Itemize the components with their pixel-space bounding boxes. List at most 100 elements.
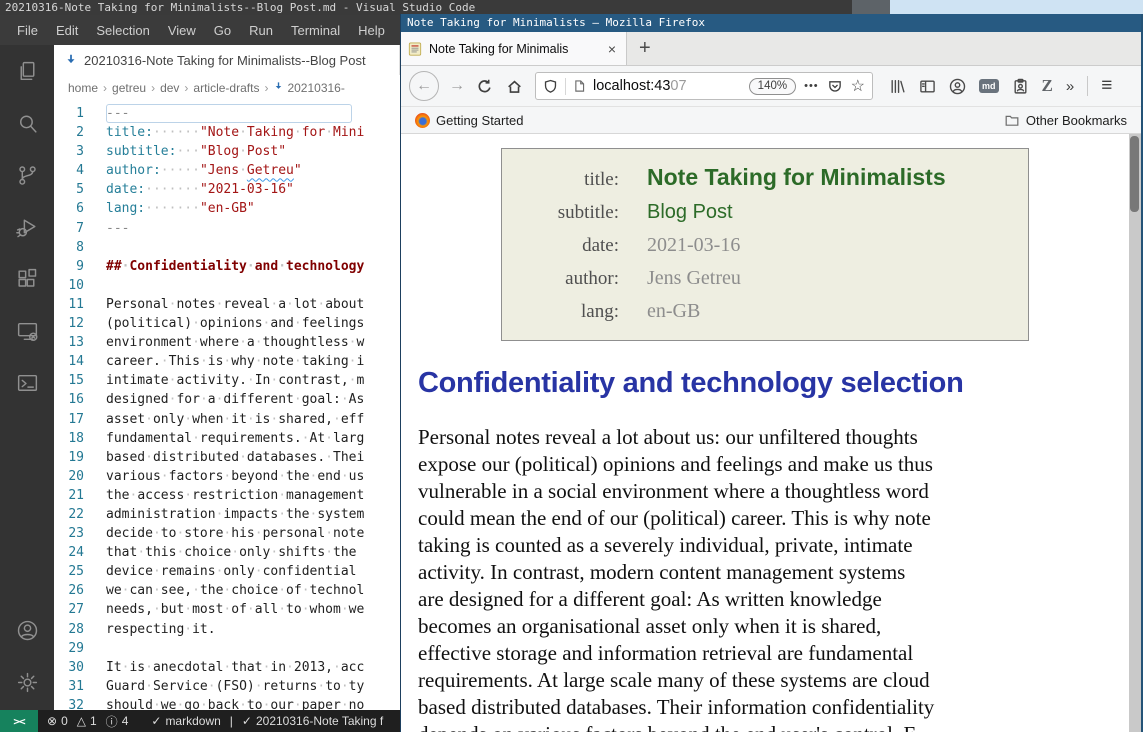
line-number: 13 — [54, 333, 84, 352]
meta-row-subtitle: subtitle:Blog Post — [502, 196, 1028, 229]
file-status[interactable]: ✓ 20210316-Note Taking f — [242, 714, 383, 728]
bookmark-star-icon[interactable]: ☆ — [851, 76, 865, 96]
whitespace-dots: · — [239, 698, 247, 710]
whitespace-dots: · — [216, 297, 224, 312]
whitespace-dots: · — [161, 354, 169, 369]
account-icon[interactable] — [949, 78, 966, 95]
code-line-12[interactable]: 12(political)·opinions·and·feelings — [54, 314, 400, 333]
code-line-21[interactable]: 21the·access·restriction·management — [54, 486, 400, 505]
vscode-main: 20210316-Note Taking for Minimalists--Bl… — [0, 45, 400, 710]
account-icon[interactable] — [0, 604, 54, 656]
code-line-4[interactable]: 4author:·····"Jens·Getreu" — [54, 161, 400, 180]
scrollbar-thumb[interactable] — [1130, 136, 1139, 212]
tracking-shield-icon[interactable] — [543, 79, 558, 94]
explorer-icon[interactable] — [0, 45, 54, 97]
code-line-2[interactable]: 2title:······"Note·Taking·for·Mini — [54, 123, 400, 142]
menu-go[interactable]: Go — [205, 23, 240, 38]
menu-terminal[interactable]: Terminal — [282, 23, 349, 38]
code-line-27[interactable]: 27needs,·but·most·of·all·to·whom·we — [54, 600, 400, 619]
zoom-level-button[interactable]: 140% — [749, 78, 796, 95]
markdownlint-status[interactable]: ✓ markdown — [151, 714, 220, 728]
editor-code-area[interactable]: 1---2title:······"Note·Taking·for·Mini3s… — [54, 101, 400, 710]
code-line-14[interactable]: 14career.·This·is·why·note·taking·i — [54, 352, 400, 371]
code-line-10[interactable]: 10 — [54, 276, 400, 295]
code-line-15[interactable]: 15intimate·activity.·In·contrast,·m — [54, 371, 400, 390]
back-button[interactable]: ← — [409, 71, 439, 101]
whitespace-dots: · — [247, 259, 255, 274]
breadcrumb-item-home[interactable]: home — [68, 81, 98, 95]
sidebar-icon[interactable] — [919, 78, 936, 95]
reload-button[interactable] — [471, 78, 497, 95]
code-line-31[interactable]: 31Guard·Service·(FSO)·returns·to·ty — [54, 677, 400, 696]
clipboard-icon[interactable] — [1012, 78, 1029, 95]
bookmark-getting-started[interactable]: Getting Started — [415, 113, 523, 128]
breadcrumb-item-dev[interactable]: dev — [160, 81, 179, 95]
settings-icon[interactable] — [0, 656, 54, 708]
code-line-22[interactable]: 22administration·impacts·the·system — [54, 505, 400, 524]
tab-close-icon[interactable]: × — [605, 41, 619, 57]
line-number: 9 — [54, 257, 84, 276]
code-line-11[interactable]: 11Personal·notes·reveal·a·lot·about — [54, 295, 400, 314]
info-count: 4 — [122, 714, 129, 728]
code-line-8[interactable]: 8 — [54, 238, 400, 257]
code-line-17[interactable]: 17asset·only·when·it·is·shared,·eff — [54, 410, 400, 429]
firefox-active-tab[interactable]: Note Taking for Minimalis × — [401, 32, 627, 65]
url-text[interactable]: localhost:4307 — [593, 78, 749, 94]
problems-errors[interactable]: ⊗ 0 — [47, 714, 68, 728]
run-and-debug-icon[interactable] — [0, 201, 54, 253]
menu-selection[interactable]: Selection — [87, 23, 158, 38]
home-button[interactable] — [501, 78, 527, 95]
code-line-20[interactable]: 20various·factors·beyond·the·end·us — [54, 467, 400, 486]
code-line-25[interactable]: 25device·remains·only·confidential — [54, 562, 400, 581]
page-info-icon[interactable] — [573, 79, 586, 93]
problems-warnings[interactable]: △ 1 — [77, 714, 97, 728]
other-bookmarks[interactable]: Other Bookmarks — [1004, 113, 1127, 128]
problems-infos[interactable]: ⓘ 4 — [106, 713, 129, 730]
url-bar[interactable]: localhost:4307 140% ••• ☆ — [535, 72, 873, 100]
forward-button[interactable]: → — [445, 77, 469, 95]
menu-icon[interactable]: ≡ — [1101, 75, 1112, 97]
code-line-26[interactable]: 26we·can·see,·the·choice·of·technol — [54, 581, 400, 600]
menu-run[interactable]: Run — [240, 23, 282, 38]
code-line-5[interactable]: 5date:·······"2021-03-16" — [54, 180, 400, 199]
pocket-icon[interactable] — [827, 79, 843, 94]
terminal-icon[interactable] — [0, 357, 54, 409]
code-line-18[interactable]: 18fundamental·requirements.·At·larg — [54, 429, 400, 448]
code-line-6[interactable]: 6lang:·······"en-GB" — [54, 199, 400, 218]
code-line-30[interactable]: 30It·is·anecdotal·that·in·2013,·acc — [54, 658, 400, 677]
code-line-32[interactable]: 32should·we·go·back·to·our·paper·no — [54, 696, 400, 710]
code-line-28[interactable]: 28respecting·it. — [54, 620, 400, 639]
menu-help[interactable]: Help — [349, 23, 394, 38]
search-icon[interactable] — [0, 97, 54, 149]
new-tab-button[interactable]: + — [627, 32, 663, 65]
page-actions-icon[interactable]: ••• — [804, 80, 819, 92]
extensions-icon[interactable] — [0, 253, 54, 305]
zotero-icon[interactable]: Z — [1042, 76, 1053, 96]
vscode-editor-tab[interactable]: 20210316-Note Taking for Minimalists--Bl… — [54, 45, 400, 75]
remote-explorer-icon[interactable] — [0, 305, 54, 357]
code-line-24[interactable]: 24that·this·choice·only·shifts·the — [54, 543, 400, 562]
code-line-13[interactable]: 13environment·where·a·thoughtless·w — [54, 333, 400, 352]
code-line-16[interactable]: 16designed·for·a·different·goal:·As — [54, 390, 400, 409]
breadcrumb-item-20210316[interactable]: 20210316- — [287, 81, 344, 95]
code-line-7[interactable]: 7--- — [54, 219, 400, 238]
overflow-icon[interactable]: » — [1066, 78, 1074, 95]
code-line-9[interactable]: 9##·Confidentiality·and·technology — [54, 257, 400, 276]
source-control-icon[interactable] — [0, 149, 54, 201]
code-line-1[interactable]: 1--- — [54, 104, 400, 123]
breadcrumb-item-articledrafts[interactable]: article-drafts — [193, 81, 259, 95]
line-number: 12 — [54, 314, 84, 333]
menu-view[interactable]: View — [159, 23, 205, 38]
menu-edit[interactable]: Edit — [47, 23, 87, 38]
code-line-19[interactable]: 19based·distributed·databases.·Thei — [54, 448, 400, 467]
menu-file[interactable]: File — [8, 23, 47, 38]
code-line-29[interactable]: 29 — [54, 639, 400, 658]
breadcrumb-item-getreu[interactable]: getreu — [112, 81, 146, 95]
code-line-23[interactable]: 23decide·to·store·his·personal·note — [54, 524, 400, 543]
code-line-3[interactable]: 3subtitle:···"Blog·Post" — [54, 142, 400, 161]
content-scrollbar[interactable] — [1129, 134, 1141, 732]
library-icon[interactable] — [889, 78, 906, 95]
markdown-viewer-icon[interactable]: md — [979, 79, 999, 93]
remote-indicator[interactable]: >< — [0, 710, 38, 732]
line-number: 31 — [54, 677, 84, 696]
